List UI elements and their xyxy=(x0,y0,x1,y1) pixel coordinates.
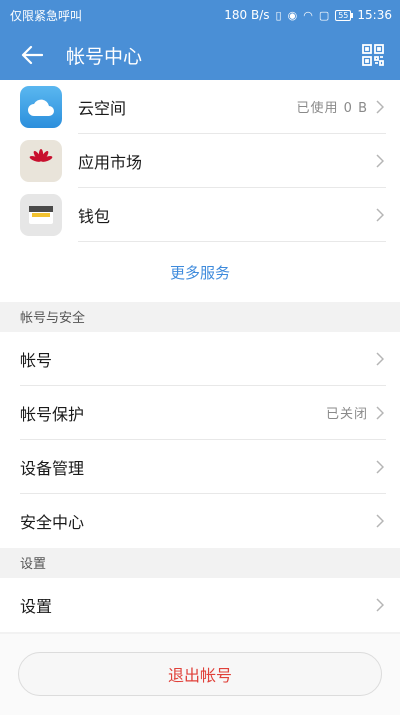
service-label: 云空间 xyxy=(78,98,127,118)
list-item-label: 帐号 xyxy=(20,350,53,370)
chevron-right-icon xyxy=(376,459,386,474)
cloud-icon xyxy=(20,86,62,128)
list-item-account-protection[interactable]: 帐号保护 已关闭 xyxy=(0,386,400,440)
chevron-right-icon xyxy=(376,514,386,528)
clock: 15:36 xyxy=(357,8,392,22)
wifi-icon: ◠ xyxy=(303,8,313,22)
list-item-label: 帐号保护 xyxy=(20,404,85,424)
protection-status: 已关闭 xyxy=(325,407,368,422)
back-arrow-icon[interactable] xyxy=(18,41,46,69)
sim-icon: ▢ xyxy=(318,8,330,22)
more-services-link[interactable]: 更多服务 xyxy=(0,242,400,302)
huawei-appgallery-icon xyxy=(20,140,62,182)
qr-code-icon[interactable] xyxy=(360,42,386,68)
list-item-settings[interactable]: 设置 xyxy=(0,578,400,632)
top-bar: 仅限紧急呼叫 180 B/s ▯ ◉ ◠ ▢ 55 15:36 帐号中心 xyxy=(0,0,400,80)
list-item-account[interactable]: 帐号 xyxy=(0,332,400,386)
account-security-list: 帐号 帐号保护 已关闭 设备管理 安全中心 xyxy=(0,332,400,548)
service-label: 钱包 xyxy=(78,206,111,226)
service-item-wallet[interactable]: 钱包 xyxy=(0,188,400,242)
battery-level: 55 xyxy=(338,10,349,20)
eye-icon: ◉ xyxy=(287,8,298,22)
settings-list: 设置 xyxy=(0,578,400,632)
status-bar: 仅限紧急呼叫 180 B/s ▯ ◉ ◠ ▢ 55 15:36 xyxy=(0,0,400,30)
page-title: 帐号中心 xyxy=(66,45,143,68)
vibrate-icon: ▯ xyxy=(275,8,282,22)
list-item-device-management[interactable]: 设备管理 xyxy=(0,440,400,494)
app-bar: 帐号中心 xyxy=(0,30,400,80)
service-item-appgallery[interactable]: 应用市场 xyxy=(0,134,400,188)
list-item-label: 设备管理 xyxy=(20,458,85,478)
chevron-right-icon xyxy=(376,153,386,168)
logout-button[interactable]: 退出帐号 xyxy=(18,652,382,696)
list-item-security-center[interactable]: 安全中心 xyxy=(0,494,400,548)
section-header-settings: 设置 xyxy=(0,548,400,578)
chevron-right-icon xyxy=(376,207,386,222)
list-item-label: 安全中心 xyxy=(20,513,85,532)
list-item-label: 设置 xyxy=(20,597,53,616)
status-icons: 180 B/s ▯ ◉ ◠ ▢ 55 15:36 xyxy=(224,8,392,22)
network-speed: 180 B/s xyxy=(224,8,270,22)
chevron-right-icon xyxy=(376,99,386,114)
carrier-text: 仅限紧急呼叫 xyxy=(10,8,83,23)
wallet-icon xyxy=(20,194,62,236)
section-header-account-security: 帐号与安全 xyxy=(0,302,400,332)
chevron-right-icon xyxy=(376,405,386,420)
services-list: 云空间 已使用 0 B 应用市场 钱包 更多服务 xyxy=(0,80,400,302)
logout-area: 退出帐号 xyxy=(0,634,400,715)
battery-icon: 55 xyxy=(335,9,352,21)
chevron-right-icon xyxy=(376,598,386,612)
chevron-right-icon xyxy=(376,351,386,366)
service-item-cloud[interactable]: 云空间 已使用 0 B xyxy=(0,80,400,134)
service-label: 应用市场 xyxy=(78,152,143,172)
cloud-usage: 已使用 0 B xyxy=(296,101,368,116)
